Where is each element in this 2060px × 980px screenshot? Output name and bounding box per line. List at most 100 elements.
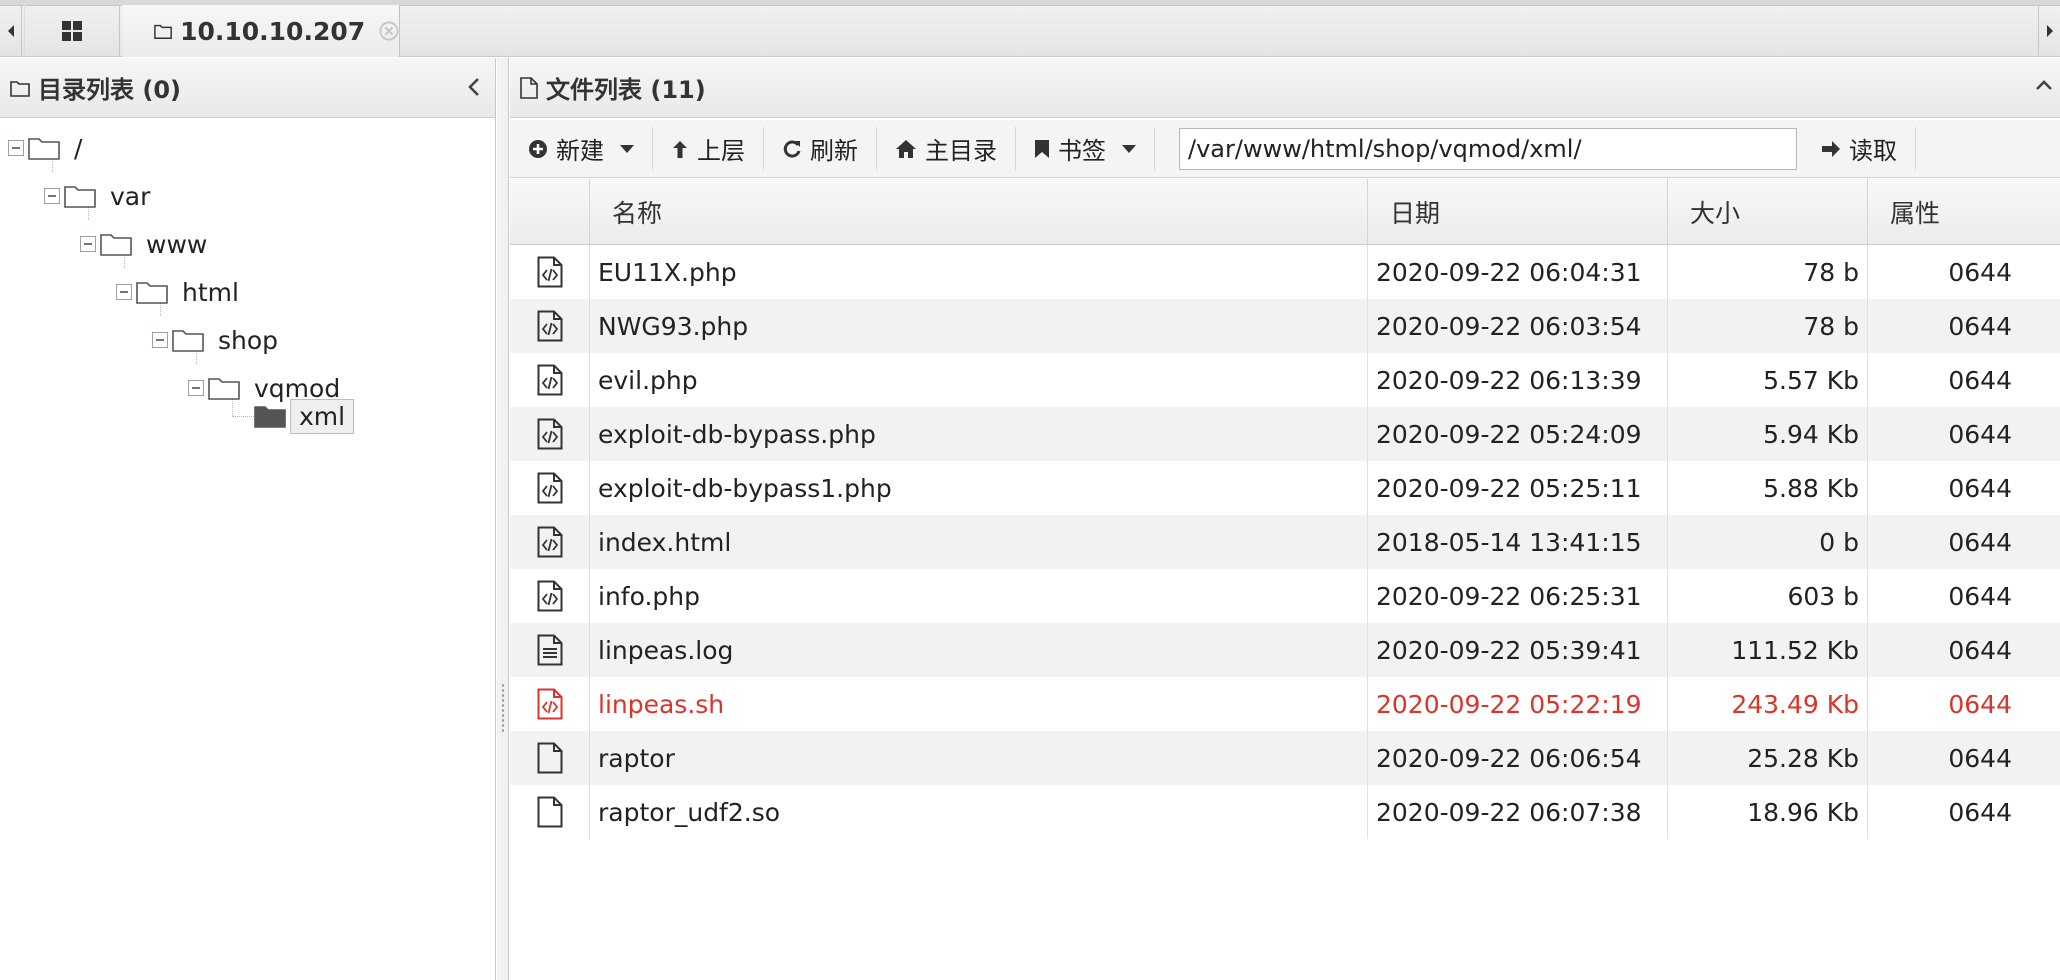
chevron-up-icon[interactable] (2034, 78, 2054, 92)
collapse-toggle-icon[interactable] (152, 332, 168, 348)
file-date: 2020-09-22 05:39:41 (1368, 623, 1668, 677)
file-icon (520, 76, 538, 99)
collapse-toggle-icon[interactable] (44, 188, 60, 204)
file-size: 111.52 Kb (1668, 623, 1868, 677)
directory-panel-header: 目录列表 (0) (0, 58, 495, 118)
code-file-icon (510, 569, 590, 623)
tree-node-var[interactable]: var (44, 176, 150, 216)
file-date: 2020-09-22 05:22:19 (1368, 677, 1668, 731)
file-name: evil.php (590, 353, 1368, 407)
directory-panel: 目录列表 (0) / var www html shop vqmod xml (0, 58, 496, 980)
file-size: 25.28 Kb (1668, 731, 1868, 785)
read-button[interactable]: 读取 (1803, 126, 1916, 171)
tree-node-www[interactable]: www (80, 224, 207, 264)
file-attr: 0644 (1948, 419, 2012, 449)
collapse-toggle-icon[interactable] (116, 284, 132, 300)
path-input[interactable] (1179, 127, 1797, 170)
scroll-left-button[interactable] (0, 5, 22, 57)
file-name: raptor (590, 731, 1368, 785)
file-panel: 文件列表 (11) 新建 上层 刷新 主目录 书签 /var/www/html/… (510, 58, 2060, 980)
file-date: 2020-09-22 06:25:31 (1368, 569, 1668, 623)
code-file-icon (510, 677, 590, 731)
table-row[interactable]: info.php 2020-09-22 06:25:31 603 b 0644 (510, 569, 2060, 623)
file-size: 5.57 Kb (1668, 353, 1868, 407)
panel-splitter[interactable] (497, 58, 509, 980)
directory-tree: / var www html shop vqmod xml (0, 120, 496, 980)
arrow-up-icon (673, 140, 687, 158)
table-row[interactable]: evil.php 2020-09-22 06:13:39 5.57 Kb 0644 (510, 353, 2060, 407)
table-header: 名称 日期 大小 属性 (510, 179, 2060, 245)
close-tab-icon[interactable] (379, 20, 399, 42)
tree-node-label: html (182, 277, 239, 307)
arrow-right-icon (1822, 140, 1840, 157)
tree-node-shop[interactable]: shop (152, 320, 278, 360)
chevron-left-icon[interactable] (467, 76, 481, 98)
column-header-name[interactable]: 名称 (590, 179, 1368, 244)
table-row[interactable]: linpeas.log 2020-09-22 05:39:41 111.52 Kb 0… (510, 623, 2060, 677)
code-file-icon (510, 461, 590, 515)
folder-icon (64, 186, 96, 208)
tab-home-grid[interactable] (24, 5, 120, 57)
tab-host[interactable]: 10.10.10.207 (122, 5, 400, 57)
up-button[interactable]: 上层 (653, 126, 764, 171)
bookmark-button[interactable]: 书签 (1016, 126, 1155, 171)
file-attr: 0644 (1948, 743, 2012, 773)
file-size: 603 b (1668, 569, 1868, 623)
tree-node-root[interactable]: / (8, 128, 82, 168)
file-size: 78 b (1668, 245, 1868, 299)
file-attr: 0644 (1948, 365, 2012, 395)
refresh-button[interactable]: 刷新 (764, 126, 877, 171)
drag-handle-icon[interactable] (501, 683, 505, 733)
table-row[interactable]: index.html 2018-05-14 13:41:15 0 b 0644 (510, 515, 2060, 569)
folder-icon (172, 330, 204, 352)
table-row[interactable]: NWG93.php 2020-09-22 06:03:54 78 b 0644 (510, 299, 2060, 353)
column-header-size[interactable]: 大小 (1668, 179, 1868, 244)
folder-icon (154, 24, 172, 39)
table-row[interactable]: exploit-db-bypass.php 2020-09-22 05:24:09… (510, 407, 2060, 461)
file-attr: 0644 (1948, 635, 2012, 665)
refresh-button-label: 刷新 (810, 137, 858, 165)
caret-left-icon (7, 25, 14, 37)
column-header-icon (510, 179, 590, 244)
home-button[interactable]: 主目录 (877, 126, 1016, 171)
file-attr: 0644 (1948, 311, 2012, 341)
folder-icon (100, 234, 132, 256)
folder-open-icon (254, 406, 286, 428)
file-name: info.php (590, 569, 1368, 623)
file-attr: 0644 (1948, 473, 2012, 503)
folder-icon (208, 378, 240, 400)
table-row[interactable]: linpeas.sh 2020-09-22 05:22:19 243.49 Kb 06… (510, 677, 2060, 731)
tree-node-html[interactable]: html (116, 272, 239, 312)
collapse-toggle-icon[interactable] (80, 236, 96, 252)
chevron-down-icon[interactable] (1122, 144, 1136, 153)
collapse-toggle-icon[interactable] (8, 140, 24, 156)
folder-icon (28, 138, 60, 160)
tab-bar: 10.10.10.207 (0, 0, 2060, 57)
tree-node-label: www (146, 229, 208, 259)
file-size: 0 b (1668, 515, 1868, 569)
table-row[interactable]: exploit-db-bypass1.php 2020-09-22 05:25:1… (510, 461, 2060, 515)
tree-node-label: shop (218, 325, 279, 355)
file-panel-header: 文件列表 (11) (510, 58, 2060, 118)
file-name: raptor_udf2.so (590, 785, 1368, 839)
file-date: 2020-09-22 05:25:11 (1368, 461, 1668, 515)
code-file-icon (510, 245, 590, 299)
file-size: 5.94 Kb (1668, 407, 1868, 461)
chevron-down-icon[interactable] (620, 144, 634, 153)
file-table: 名称 日期 大小 属性 EU11X.php 2020-09-22 06:04:31… (510, 179, 2060, 839)
table-row[interactable]: EU11X.php 2020-09-22 06:04:31 78 b 0644 (510, 245, 2060, 299)
new-button[interactable]: 新建 (510, 126, 653, 171)
file-attr: 0644 (1948, 797, 2012, 827)
tree-node-xml[interactable]: xml (254, 396, 355, 436)
refresh-icon (783, 140, 801, 158)
file-size: 78 b (1668, 299, 1868, 353)
scroll-right-button[interactable] (2038, 5, 2060, 57)
table-row[interactable]: raptor_udf2.so 2020-09-22 06:07:38 18.96 K… (510, 785, 2060, 839)
column-header-attr[interactable]: 属性 (1868, 179, 2060, 244)
bookmark-icon (1035, 139, 1049, 158)
code-file-icon (510, 353, 590, 407)
column-header-date[interactable]: 日期 (1368, 179, 1668, 244)
collapse-toggle-icon[interactable] (188, 380, 204, 396)
code-file-icon (510, 515, 590, 569)
table-row[interactable]: raptor 2020-09-22 06:06:54 25.28 Kb 0644 (510, 731, 2060, 785)
